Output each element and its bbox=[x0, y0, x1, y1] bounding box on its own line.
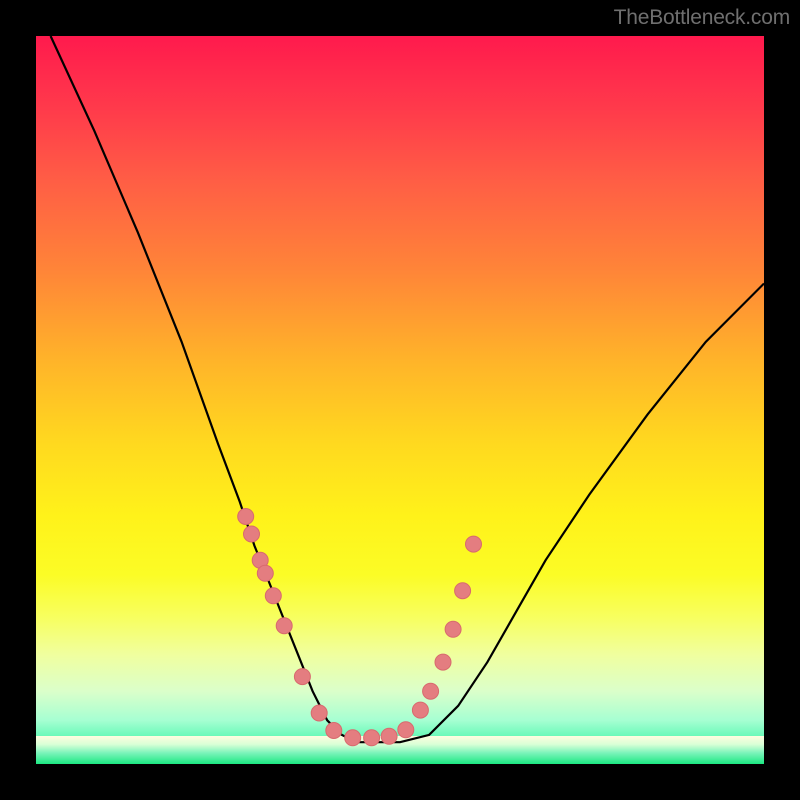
curve-dot bbox=[326, 723, 342, 739]
curve-dot bbox=[345, 730, 361, 746]
curve-dot bbox=[244, 526, 260, 542]
curve-dot bbox=[364, 730, 380, 746]
curve-dot bbox=[294, 669, 310, 685]
curve-dot bbox=[398, 722, 414, 738]
curve-dot bbox=[423, 683, 439, 699]
curve-dot bbox=[311, 705, 327, 721]
curve-dot bbox=[412, 702, 428, 718]
curve-dot bbox=[381, 728, 397, 744]
bottleneck-curve bbox=[51, 36, 764, 742]
plot-area bbox=[36, 36, 764, 764]
curve-dot bbox=[238, 509, 254, 525]
curve-dots bbox=[238, 509, 482, 746]
curve-dot bbox=[466, 536, 482, 552]
watermark-text: TheBottleneck.com bbox=[614, 6, 790, 30]
curve-dot bbox=[435, 654, 451, 670]
chart-svg bbox=[36, 36, 764, 764]
outer-frame: TheBottleneck.com bbox=[0, 0, 800, 800]
curve-dot bbox=[455, 583, 471, 599]
curve-dot bbox=[276, 618, 292, 634]
curve-dot bbox=[445, 621, 461, 637]
curve-dot bbox=[265, 588, 281, 604]
curve-dot bbox=[257, 565, 273, 581]
